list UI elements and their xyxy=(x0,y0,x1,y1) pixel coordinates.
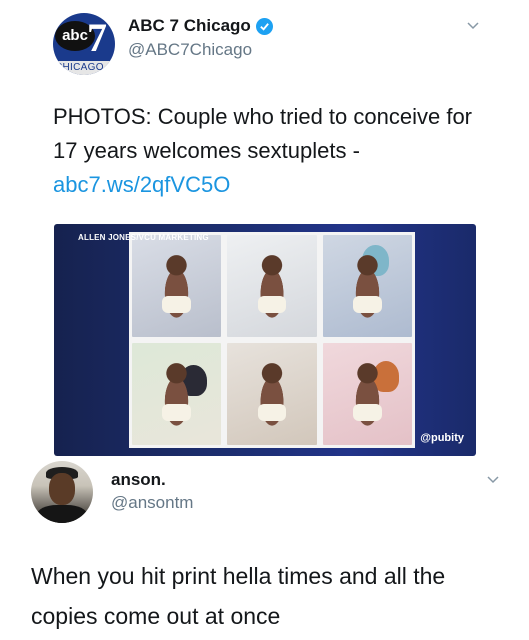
city-label: CHICAGO xyxy=(53,61,115,75)
diaper xyxy=(162,296,191,313)
chevron-down-icon[interactable] xyxy=(486,472,500,486)
chevron-down-icon[interactable] xyxy=(466,18,480,32)
diaper xyxy=(162,404,191,421)
anson-avatar[interactable] xyxy=(31,461,93,523)
baby-photo xyxy=(227,343,317,445)
diaper xyxy=(353,296,382,313)
author-display-name[interactable]: ABC 7 Chicago xyxy=(128,16,251,36)
baby-photo xyxy=(132,235,222,337)
photo-collage xyxy=(129,232,415,448)
tweet-text-body: PHOTOS: Couple who tried to conceive for… xyxy=(53,104,473,163)
baby-photo xyxy=(227,235,317,337)
reply-author-name[interactable]: anson. xyxy=(111,470,166,490)
shirt xyxy=(37,505,87,523)
diaper xyxy=(257,296,287,313)
tweet-text: PHOTOS: Couple who tried to conceive for… xyxy=(53,100,473,202)
author-handle[interactable]: @ABC7Chicago xyxy=(128,40,252,60)
article-link[interactable]: abc7.ws/2qfVC5O xyxy=(53,172,230,197)
verified-badge-icon xyxy=(255,17,273,35)
photo-credit: ALLEN JONES/VCU MARKETING xyxy=(78,233,209,242)
reply-tweet-text: When you hit print hella times and all t… xyxy=(31,563,446,629)
baby-photo xyxy=(322,235,412,337)
abc7-avatar[interactable]: abc 7 CHICAGO xyxy=(53,13,115,75)
baby-photo xyxy=(322,343,412,445)
tweet-image[interactable]: ALLEN JONES/VCU MARKETING @pubity xyxy=(54,224,476,456)
author-name-row[interactable]: ABC 7 Chicago xyxy=(128,16,273,36)
diaper xyxy=(353,404,382,421)
reply-author-handle[interactable]: @ansontm xyxy=(111,493,193,513)
face xyxy=(49,473,75,505)
watermark: @pubity xyxy=(420,432,464,444)
diaper xyxy=(257,404,287,421)
baby-photo xyxy=(132,343,222,445)
channel-number: 7 xyxy=(87,15,107,60)
